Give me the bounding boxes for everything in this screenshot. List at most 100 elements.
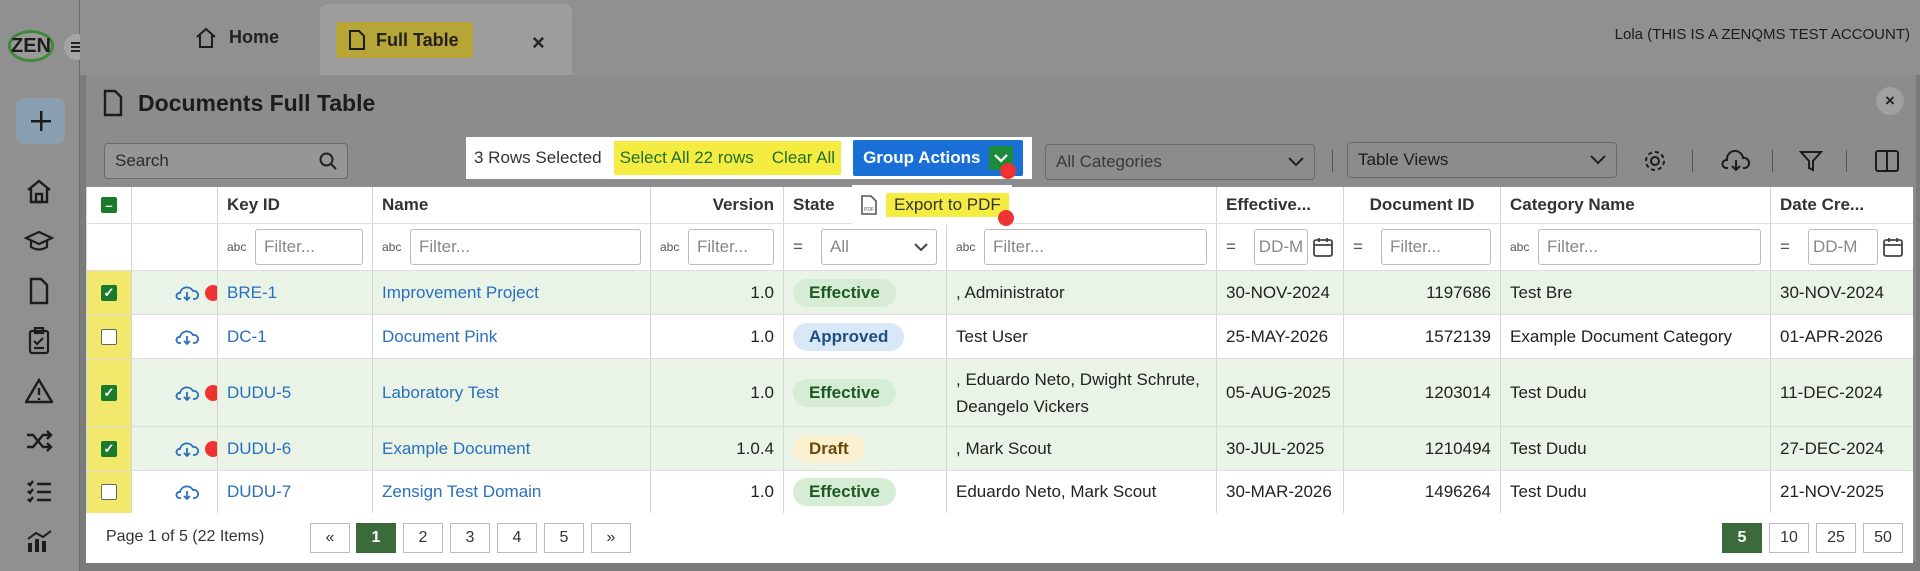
page-first-button[interactable]: «	[310, 523, 350, 553]
col-category[interactable]: Category Name	[1500, 187, 1770, 223]
filter-document-id-input[interactable]: Filter...	[1381, 229, 1491, 265]
row-checkbox[interactable]: ✓	[101, 440, 117, 457]
tab-home[interactable]: Home	[195, 0, 320, 75]
row-checkbox[interactable]: ✓	[101, 284, 117, 301]
create-button[interactable]	[16, 98, 65, 144]
filter-name-input[interactable]: Filter...	[410, 229, 641, 265]
filter-version-input[interactable]: Filter...	[688, 229, 774, 265]
col-key-id[interactable]: Key ID	[217, 187, 372, 223]
download-cell	[131, 427, 217, 470]
close-panel-button[interactable]: ×	[1876, 87, 1904, 115]
cloud-download-icon[interactable]	[175, 440, 199, 458]
category-cell: Test Bre	[1500, 271, 1770, 314]
col-effective[interactable]: Effective...	[1216, 187, 1343, 223]
home-icon	[196, 27, 216, 48]
calendar-icon[interactable]	[1312, 236, 1334, 258]
cloud-download-icon[interactable]	[175, 328, 199, 346]
gear-icon[interactable]	[1640, 146, 1670, 176]
filter-author-input[interactable]: Filter...	[984, 229, 1207, 265]
clear-all-link[interactable]: Clear All	[772, 148, 835, 168]
categories-select[interactable]: All Categories	[1045, 144, 1315, 180]
filter-category-input[interactable]: Filter...	[1538, 229, 1761, 265]
key-id-link[interactable]: DC-1	[217, 315, 372, 358]
table-row[interactable]: ✓ BRE-1 Improvement Project 1.0 Effectiv…	[86, 271, 1913, 315]
document-id-cell: 1203014	[1343, 359, 1500, 426]
row-checkbox-cell[interactable]: ✓	[86, 359, 131, 426]
table-row[interactable]: DC-1 Document Pink 1.0 Approved Test Use…	[86, 315, 1913, 359]
close-tab-icon[interactable]: ×	[532, 30, 545, 56]
group-actions-button[interactable]: Group Actions	[853, 140, 1023, 176]
columns-icon[interactable]	[1872, 146, 1902, 176]
document-id-cell: 1210494	[1343, 427, 1500, 470]
row-checkbox[interactable]	[101, 484, 117, 500]
name-link[interactable]: Improvement Project	[372, 271, 650, 314]
cloud-download-icon[interactable]	[1718, 146, 1754, 176]
export-pdf-menu-item[interactable]: PDF Export to PDF	[852, 185, 1012, 225]
name-link[interactable]: Example Document	[372, 427, 650, 470]
page-button-2[interactable]: 2	[403, 523, 443, 553]
document-icon[interactable]	[22, 276, 56, 306]
filter-key-id-input[interactable]: Filter...	[255, 229, 363, 265]
row-checkbox-cell[interactable]	[86, 315, 131, 358]
version-cell: 1.0	[650, 359, 783, 426]
name-link[interactable]: Document Pink	[372, 315, 650, 358]
table-row[interactable]: ✓ DUDU-5 Laboratory Test 1.0 Effective ,…	[86, 359, 1913, 427]
row-checkbox-cell[interactable]: ✓	[86, 427, 131, 470]
page-button-3[interactable]: 3	[450, 523, 490, 553]
download-cell	[131, 471, 217, 513]
account-name[interactable]: Lola (THIS IS A ZENQMS TEST ACCOUNT)	[1615, 26, 1910, 43]
col-document-id[interactable]: Document ID	[1343, 187, 1500, 223]
cloud-download-icon[interactable]	[175, 284, 199, 302]
search-input[interactable]: Search	[104, 143, 348, 179]
row-checkbox-cell[interactable]	[86, 471, 131, 513]
page-size-50[interactable]: 50	[1863, 523, 1903, 553]
select-all-link[interactable]: Select All 22 rows	[620, 148, 754, 168]
shuffle-icon[interactable]	[22, 426, 56, 456]
home-icon[interactable]	[22, 176, 56, 206]
filter-date-created-input[interactable]: DD-M	[1808, 229, 1878, 265]
calendar-icon[interactable]	[1882, 236, 1904, 258]
svg-text:PDF: PDF	[864, 207, 874, 213]
row-checkbox[interactable]: ✓	[101, 384, 117, 401]
page-last-button[interactable]: »	[591, 523, 631, 553]
state-cell: Draft	[783, 427, 946, 470]
table-row[interactable]: ✓ DUDU-6 Example Document 1.0.4 Draft , …	[86, 427, 1913, 471]
key-id-link[interactable]: BRE-1	[217, 271, 372, 314]
key-id-link[interactable]: DUDU-7	[217, 471, 372, 513]
col-version[interactable]: Version	[650, 187, 783, 223]
row-checkbox-cell[interactable]: ✓	[86, 271, 131, 314]
checklist-icon[interactable]	[22, 326, 56, 356]
export-pdf-label: Export to PDF	[886, 193, 1009, 217]
filter-effective-input[interactable]: DD-M	[1253, 229, 1309, 265]
page-size-10[interactable]: 10	[1769, 523, 1809, 553]
filter-icon[interactable]	[1796, 146, 1826, 176]
page-button-1[interactable]: 1	[356, 523, 396, 553]
filter-effective: = DD-M	[1216, 224, 1343, 270]
list-icon[interactable]	[22, 476, 56, 506]
select-all-checkbox[interactable]: –	[101, 197, 117, 213]
key-id-link[interactable]: DUDU-6	[217, 427, 372, 470]
page-size-5[interactable]: 5	[1722, 523, 1762, 553]
page-button-5[interactable]: 5	[544, 523, 584, 553]
warning-icon[interactable]	[22, 376, 56, 406]
key-id-link[interactable]: DUDU-5	[217, 359, 372, 426]
cloud-download-icon[interactable]	[175, 384, 199, 402]
training-icon[interactable]	[22, 226, 56, 256]
filter-state-select[interactable]: All	[821, 229, 937, 265]
table-row[interactable]: DUDU-7 Zensign Test Domain 1.0 Effective…	[86, 471, 1913, 513]
table-views-select[interactable]: Table Views	[1347, 142, 1617, 178]
name-link[interactable]: Laboratory Test	[372, 359, 650, 426]
chart-icon[interactable]	[22, 526, 56, 556]
row-checkbox[interactable]	[101, 328, 117, 345]
select-all-checkbox-cell[interactable]: –	[86, 187, 131, 223]
tab-full-table[interactable]: Full Table ×	[320, 4, 572, 75]
name-link[interactable]: Zensign Test Domain	[372, 471, 650, 513]
page-size-25[interactable]: 25	[1816, 523, 1856, 553]
cursor-marker	[205, 441, 217, 457]
col-date-created[interactable]: Date Cre...	[1770, 187, 1913, 223]
created-cell: 27-DEC-2024	[1770, 427, 1913, 470]
divider	[1332, 150, 1333, 172]
col-name[interactable]: Name	[372, 187, 650, 223]
cloud-download-icon[interactable]	[175, 483, 199, 501]
page-button-4[interactable]: 4	[497, 523, 537, 553]
